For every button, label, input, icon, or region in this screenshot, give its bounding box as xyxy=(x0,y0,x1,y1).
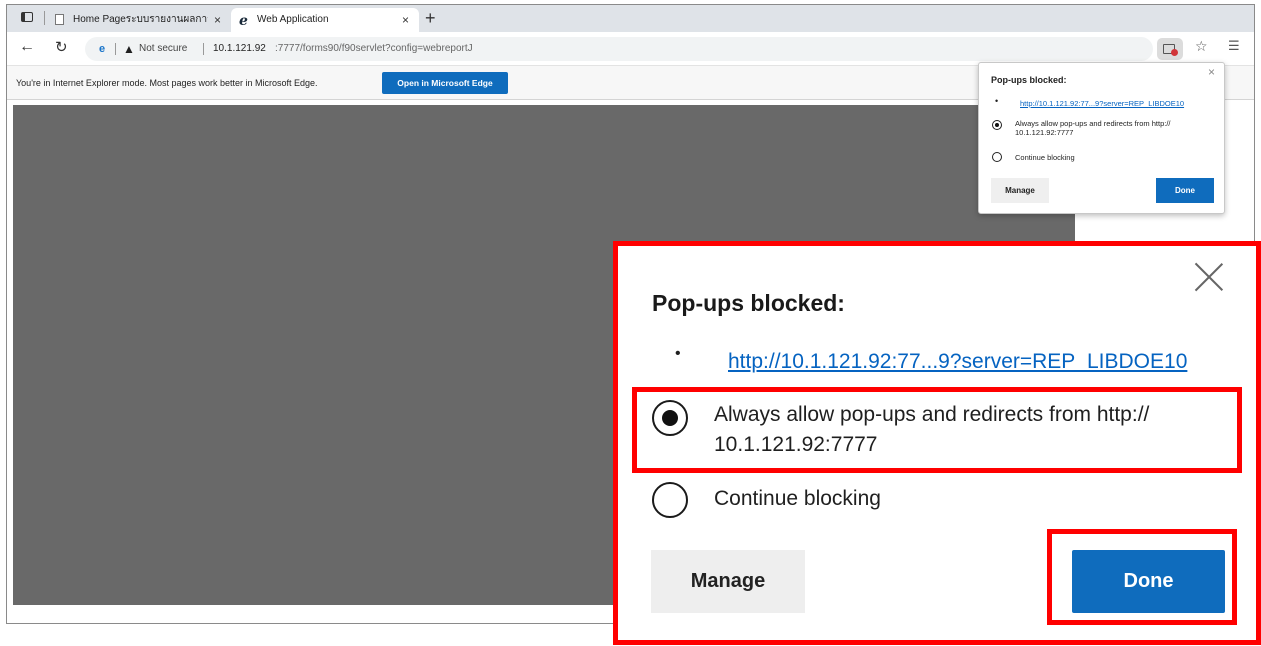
warning-icon[interactable]: ▲ xyxy=(123,37,135,61)
url-host[interactable]: 10.1.121.92 xyxy=(213,37,266,61)
page-icon xyxy=(55,14,64,25)
always-allow-label-line2: 10.1.121.92:7777 xyxy=(714,433,878,456)
security-status[interactable]: Not secure xyxy=(139,37,187,61)
always-allow-radio[interactable] xyxy=(992,120,1002,130)
manage-button[interactable]: Manage xyxy=(651,550,805,613)
continue-blocking-label[interactable]: Continue blocking xyxy=(1015,153,1075,162)
navigation-toolbar: ← ↻ e ▲ Not secure 10.1.121.92 :7777/for… xyxy=(7,32,1254,66)
popups-blocked-flyout: × Pop-ups blocked: • http://10.1.121.92:… xyxy=(978,62,1225,214)
done-button[interactable]: Done xyxy=(1156,178,1214,203)
close-icon[interactable]: × xyxy=(1208,65,1215,79)
popup-title: Pop-ups blocked: xyxy=(652,290,845,316)
address-bar[interactable]: e ▲ Not secure 10.1.121.92 :7777/forms90… xyxy=(85,37,1153,61)
done-button[interactable]: Done xyxy=(1072,550,1225,613)
divider xyxy=(44,11,45,25)
collections-icon[interactable]: ☰ xyxy=(1228,38,1240,54)
blocked-popup-link[interactable]: http://10.1.121.92:77...9?server=REP_LIB… xyxy=(1020,99,1184,108)
ie-mode-message: You're in Internet Explorer mode. Most p… xyxy=(16,78,318,88)
continue-blocking-label[interactable]: Continue blocking xyxy=(714,484,881,514)
ie-icon: e xyxy=(239,13,248,29)
always-allow-label[interactable]: Always allow pop-ups and redirects from … xyxy=(1015,119,1215,137)
back-icon[interactable]: ← xyxy=(19,38,35,56)
continue-blocking-radio[interactable] xyxy=(992,152,1002,162)
ie-icon: e xyxy=(99,43,106,55)
bullet: • xyxy=(675,345,681,362)
close-icon[interactable]: × xyxy=(214,8,221,32)
tab-web-application[interactable]: e Web Application × xyxy=(231,8,419,32)
popup-title: Pop-ups blocked: xyxy=(991,75,1067,85)
blocked-popup-link[interactable]: http://10.1.121.92:77...9?server=REP_LIB… xyxy=(728,350,1187,374)
favorites-icon[interactable]: ☆ xyxy=(1195,38,1208,55)
new-tab-button[interactable]: + xyxy=(425,7,436,29)
zoomed-popup-callout: Pop-ups blocked: • http://10.1.121.92:77… xyxy=(613,241,1261,645)
bullet: • xyxy=(995,96,999,106)
tab-actions-icon[interactable] xyxy=(21,12,33,22)
popup-blocked-icon[interactable] xyxy=(1157,38,1183,60)
close-icon[interactable] xyxy=(1194,262,1224,292)
tab-home-page[interactable]: Home Pageระบบรายงานผลการปฏิบั × xyxy=(47,8,231,32)
always-allow-label[interactable]: Always allow pop-ups and redirects from … xyxy=(714,400,1234,460)
divider xyxy=(115,43,116,55)
tab-strip: Home Pageระบบรายงานผลการปฏิบั × e Web Ap… xyxy=(7,5,1254,32)
tab-title: Web Application xyxy=(257,14,329,25)
divider xyxy=(203,43,204,55)
close-icon[interactable]: × xyxy=(402,8,409,32)
always-allow-label-line1: Always allow pop-ups and redirects from … xyxy=(714,403,1150,426)
always-allow-radio[interactable] xyxy=(652,400,688,436)
open-in-edge-button[interactable]: Open in Microsoft Edge xyxy=(382,72,508,94)
continue-blocking-radio[interactable] xyxy=(652,482,688,518)
url-path[interactable]: :7777/forms90/f90servlet?config=webrepor… xyxy=(275,37,473,61)
manage-button[interactable]: Manage xyxy=(991,178,1049,203)
refresh-icon[interactable]: ↻ xyxy=(55,38,68,56)
tab-title: Home Pageระบบรายงานผลการปฏิบั xyxy=(73,14,208,25)
